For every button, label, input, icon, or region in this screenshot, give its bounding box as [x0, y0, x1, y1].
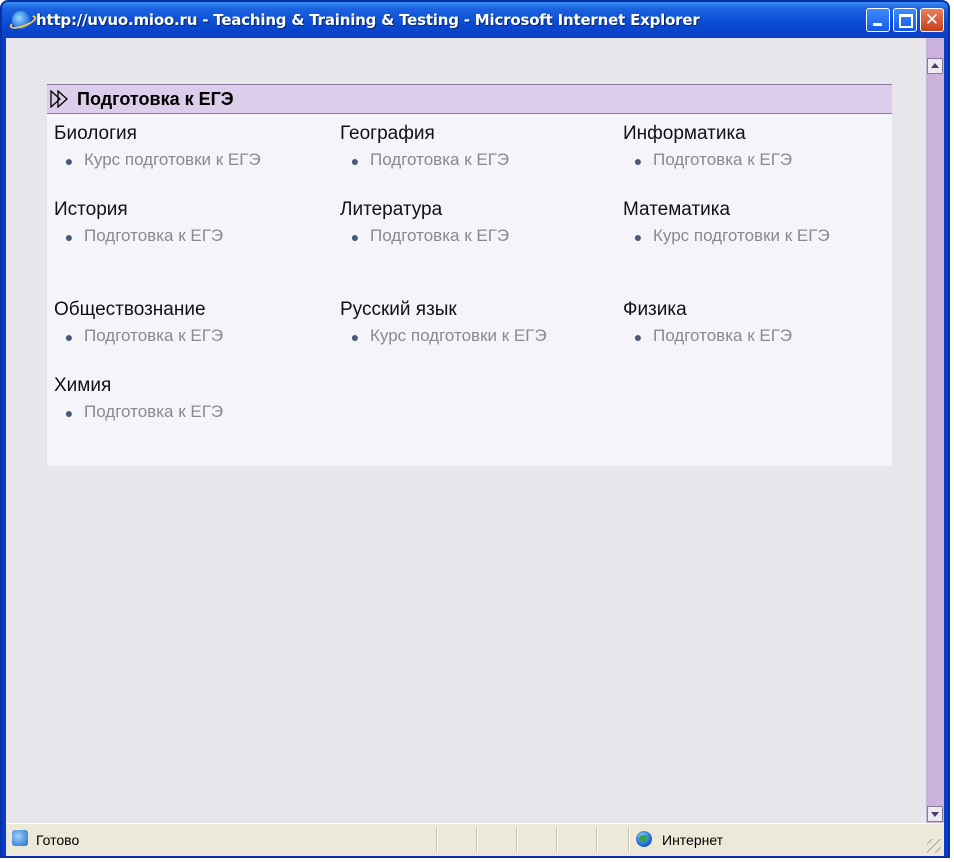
subject-name: Обществознание [54, 299, 206, 320]
panel-header: Подготовка к ЕГЭ [47, 84, 892, 114]
list-item: ● Подготовка к ЕГЭ [54, 400, 340, 425]
status-separator [596, 827, 598, 852]
subject-history: История ● Подготовка к ЕГЭ [54, 198, 340, 298]
bullet-icon: ● [633, 229, 643, 245]
list-item: ● Курс подготовки к ЕГЭ [340, 324, 623, 349]
status-separator [476, 827, 478, 852]
resize-grip-icon[interactable] [927, 839, 941, 853]
bullet-icon: ● [64, 229, 74, 245]
subject-geography: География ● Подготовка к ЕГЭ [340, 122, 623, 198]
minimize-button[interactable] [866, 8, 890, 32]
status-bar: Готово Интернет [6, 823, 944, 856]
status-separator [516, 827, 518, 852]
list-item: ● Подготовка к ЕГЭ [54, 324, 340, 349]
subject-name: Литература [340, 199, 443, 220]
close-button[interactable]: ✕ [920, 8, 944, 32]
subject-name: Химия [54, 375, 112, 396]
course-link[interactable]: Подготовка к ЕГЭ [653, 324, 883, 349]
status-separator [556, 827, 558, 852]
list-item: ● Подготовка к ЕГЭ [623, 324, 893, 349]
subject-biology: Биология ● Курс подготовки к ЕГЭ [54, 122, 340, 198]
arrow-down-icon [931, 812, 939, 817]
bullet-icon: ● [633, 329, 643, 345]
subject-russian: Русский язык ● Курс подготовки к ЕГЭ [340, 298, 623, 374]
subject-name: Физика [623, 299, 687, 320]
list-item: ● Подготовка к ЕГЭ [340, 224, 623, 249]
subject-chemistry: Химия ● Подготовка к ЕГЭ [54, 374, 340, 450]
course-link[interactable]: Подготовка к ЕГЭ [370, 224, 600, 249]
bullet-icon: ● [633, 153, 643, 169]
subject-name: Информатика [623, 123, 746, 144]
course-link[interactable]: Подготовка к ЕГЭ [653, 148, 883, 173]
list-item: ● Курс подготовки к ЕГЭ [623, 224, 893, 249]
maximize-icon [899, 14, 913, 28]
scroll-down-button[interactable] [927, 806, 943, 822]
title-bar[interactable]: http://uvuo.mioo.ru - Teaching & Trainin… [2, 2, 948, 38]
maximize-button[interactable] [893, 8, 917, 32]
course-link[interactable]: Курс подготовки к ЕГЭ [370, 324, 600, 349]
vertical-scrollbar[interactable] [926, 38, 944, 824]
subject-informatics: Информатика ● Подготовка к ЕГЭ [623, 122, 893, 198]
ie-icon [12, 11, 30, 29]
subject-name: Математика [623, 199, 731, 220]
double-play-icon [49, 89, 75, 109]
status-text: Готово [36, 832, 80, 848]
status-separator [436, 827, 438, 852]
close-icon: ✕ [924, 10, 940, 30]
subjects-grid: Биология ● Курс подготовки к ЕГЭ Географ… [47, 114, 892, 450]
list-item: ● Подготовка к ЕГЭ [340, 148, 623, 173]
bullet-icon: ● [64, 329, 74, 345]
course-link[interactable]: Подготовка к ЕГЭ [84, 224, 314, 249]
browser-window: http://uvuo.mioo.ru - Teaching & Trainin… [0, 0, 950, 858]
scroll-up-button[interactable] [927, 58, 943, 74]
subject-mathematics: Математика ● Курс подготовки к ЕГЭ [623, 198, 893, 298]
ie-page-icon [12, 830, 28, 846]
subject-name: Биология [54, 123, 137, 144]
course-link[interactable]: Подготовка к ЕГЭ [84, 324, 314, 349]
security-zone: Интернет [662, 832, 724, 848]
window-controls: ✕ [866, 8, 944, 32]
globe-icon [636, 831, 652, 847]
bullet-icon: ● [350, 329, 360, 345]
bullet-icon: ● [350, 229, 360, 245]
course-link[interactable]: Курс подготовки к ЕГЭ [653, 224, 853, 249]
bullet-icon: ● [64, 153, 74, 169]
panel-title: Подготовка к ЕГЭ [77, 88, 234, 109]
subject-literature: Литература ● Подготовка к ЕГЭ [340, 198, 623, 298]
subject-physics: Физика ● Подготовка к ЕГЭ [623, 298, 893, 374]
subject-social-studies: Обществознание ● Подготовка к ЕГЭ [54, 298, 340, 374]
list-item: ● Подготовка к ЕГЭ [54, 224, 340, 249]
subject-name: История [54, 199, 128, 220]
course-link[interactable]: Подготовка к ЕГЭ [370, 148, 600, 173]
bullet-icon: ● [350, 153, 360, 169]
list-item: ● Подготовка к ЕГЭ [623, 148, 893, 173]
list-item: ● Курс подготовки к ЕГЭ [54, 148, 340, 173]
window-title: http://uvuo.mioo.ru - Teaching & Trainin… [36, 11, 700, 29]
minimize-icon [873, 23, 882, 26]
subject-name: География [340, 123, 435, 144]
ege-panel: Подготовка к ЕГЭ Биология ● Курс подгото… [47, 84, 892, 466]
window-client: Подготовка к ЕГЭ Биология ● Курс подгото… [6, 38, 944, 856]
page-viewport: Подготовка к ЕГЭ Биология ● Курс подгото… [6, 38, 926, 824]
status-separator [628, 827, 630, 852]
arrow-up-icon [931, 63, 939, 68]
course-link[interactable]: Курс подготовки к ЕГЭ [84, 148, 314, 173]
bullet-icon: ● [64, 405, 74, 421]
course-link[interactable]: Подготовка к ЕГЭ [84, 400, 314, 425]
subject-name: Русский язык [340, 299, 457, 320]
